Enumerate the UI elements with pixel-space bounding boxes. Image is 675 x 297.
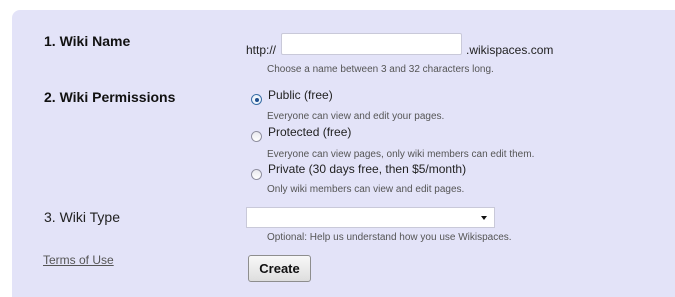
permission-protected-radio[interactable] — [251, 131, 262, 142]
permission-public-label[interactable]: Public (free) — [268, 88, 333, 102]
permission-private-radio[interactable] — [251, 169, 262, 180]
permission-public-description: Everyone can view and edit your pages. — [267, 111, 445, 122]
create-button[interactable]: Create — [248, 255, 311, 282]
radio-selected-dot — [254, 97, 259, 102]
wiki-name-input[interactable] — [281, 33, 462, 55]
terms-of-use-link[interactable]: Terms of Use — [43, 253, 114, 267]
wiki-type-hint: Optional: Help us understand how you use… — [267, 232, 512, 243]
permission-public-radio[interactable] — [251, 94, 262, 105]
wiki-type-select[interactable] — [246, 207, 495, 228]
dropdown-caret-icon — [481, 216, 487, 220]
wiki-name-hint: Choose a name between 3 and 32 character… — [267, 64, 494, 75]
permission-protected-label[interactable]: Protected (free) — [268, 125, 351, 139]
wiki-name-label: 1. Wiki Name — [44, 33, 131, 49]
permission-private-label[interactable]: Private (30 days free, then $5/month) — [268, 162, 466, 176]
permission-private-description: Only wiki members can view and edit page… — [267, 184, 465, 195]
permission-protected-description: Everyone can view pages, only wiki membe… — [267, 149, 535, 160]
wiki-type-label: 3. Wiki Type — [44, 209, 120, 225]
url-prefix: http:// — [246, 43, 277, 57]
wiki-permissions-label: 2. Wiki Permissions — [44, 89, 176, 105]
url-suffix: .wikispaces.com — [466, 43, 554, 57]
